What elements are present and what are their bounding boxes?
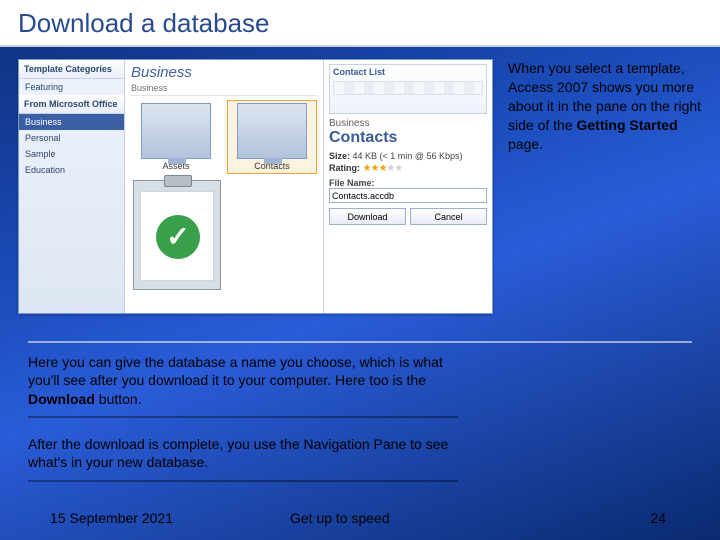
paragraph-2: After the download is complete, you use … xyxy=(28,435,458,482)
preview-title: Contact List xyxy=(333,67,483,77)
check-icon: ✓ xyxy=(156,215,200,259)
monitor-icon xyxy=(237,103,307,159)
paragraph-1: Here you can give the database a name yo… xyxy=(28,353,458,418)
size-value: 44 KB (< 1 min @ 56 Kbps) xyxy=(353,151,463,161)
rating-label: Rating: xyxy=(329,163,360,173)
template-categories-sidebar: Template Categories Featuring From Micro… xyxy=(19,60,125,313)
sidebar-item-personal[interactable]: Personal xyxy=(19,130,124,146)
sidebar-header: Template Categories xyxy=(19,60,124,79)
footer-center: Get up to speed xyxy=(290,510,390,526)
horizontal-divider xyxy=(28,341,692,343)
filename-label: File Name: xyxy=(329,178,487,188)
sidebar-from-ms: From Microsoft Office xyxy=(19,95,124,114)
right-explanatory-text: When you select a template, Access 2007 … xyxy=(508,59,706,153)
para1-a: Here you can give the database a name yo… xyxy=(28,354,443,388)
right-text-bold: Getting Started xyxy=(577,117,678,133)
template-preview: Contact List xyxy=(329,64,487,114)
template-gallery: Business Business Assets Contacts ✓ xyxy=(125,60,323,313)
gallery-header: Business xyxy=(131,64,317,81)
para1-c: button. xyxy=(95,391,142,407)
slide-footer: 15 September 2021 Get up to speed 24 xyxy=(0,510,720,526)
sidebar-item-business[interactable]: Business xyxy=(19,114,124,130)
footer-page-number: 24 xyxy=(650,510,666,526)
download-button[interactable]: Download xyxy=(329,208,406,225)
preview-table xyxy=(333,81,483,95)
template-assets[interactable]: Assets xyxy=(131,100,221,174)
footer-date: 15 September 2021 xyxy=(50,510,173,526)
right-text-part2: page. xyxy=(508,136,543,152)
template-contacts[interactable]: Contacts xyxy=(227,100,317,174)
sidebar-item-sample[interactable]: Sample xyxy=(19,146,124,162)
rating-stars: ★★★★★ xyxy=(363,163,403,174)
detail-name: Contacts xyxy=(329,129,487,147)
cancel-button[interactable]: Cancel xyxy=(410,208,487,225)
template-detail-pane: Contact List Business Contacts Size: 44 … xyxy=(323,60,492,313)
access-screenshot: Template Categories Featuring From Micro… xyxy=(18,59,493,314)
sidebar-item-featuring[interactable]: Featuring xyxy=(19,79,124,95)
title-bar: Download a database xyxy=(0,0,720,47)
sidebar-item-education[interactable]: Education xyxy=(19,162,124,178)
page-title: Download a database xyxy=(18,8,702,39)
size-label: Size: xyxy=(329,151,350,161)
filename-input[interactable] xyxy=(329,188,487,203)
gallery-subheader: Business xyxy=(131,83,317,96)
para1-bold: Download xyxy=(28,391,95,407)
detail-category: Business xyxy=(329,118,487,129)
clipboard-icon: ✓ xyxy=(133,180,221,290)
monitor-icon xyxy=(141,103,211,159)
